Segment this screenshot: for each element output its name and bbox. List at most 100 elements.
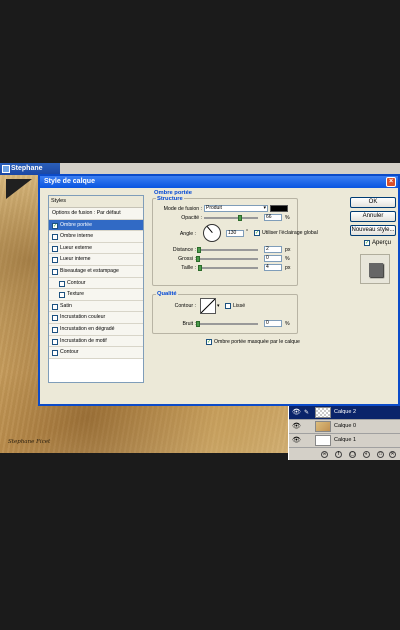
chevron-down-icon: ▾	[263, 205, 266, 211]
style-item-label: Incrustation de motif	[60, 337, 107, 344]
knockout-checkbox[interactable]: ✓	[206, 339, 212, 345]
layer-style-icon[interactable]: f	[335, 451, 342, 458]
angle-label: Angle :	[179, 231, 196, 237]
layers-panel: 👁 ✎ Calque 2 👁 Calque 0 👁 Calque 1 ∞ f ▢ ◐ □ ✕	[288, 402, 400, 460]
ok-button[interactable]: OK	[350, 197, 396, 208]
style-item-label: Incrustation couleur	[60, 314, 106, 321]
preview-label[interactable]: Aperçu	[372, 240, 391, 246]
blend-mode-select[interactable]: Produit ▾	[204, 205, 268, 212]
noise-slider[interactable]	[198, 323, 258, 325]
eye-icon[interactable]: 👁	[292, 409, 301, 416]
style-checkbox[interactable]	[52, 326, 58, 333]
style-item-label: Ombre interne	[60, 233, 94, 240]
style-item[interactable]: Texture	[49, 289, 143, 301]
style-checkbox[interactable]	[59, 292, 65, 299]
style-checkbox[interactable]	[52, 303, 58, 310]
new-style-button[interactable]: Nouveau style...	[350, 225, 396, 236]
photo-window-title: Stephane	[11, 165, 43, 172]
layer-thumbnail	[315, 435, 331, 446]
style-checkbox[interactable]	[59, 280, 65, 287]
style-item[interactable]: Options de fusion : Par défaut	[49, 208, 143, 220]
distance-slider-thumb[interactable]	[197, 247, 202, 253]
dialog-titlebar[interactable]: Style de calque ×	[40, 176, 398, 188]
style-item[interactable]: ✓ Ombre portée	[49, 219, 143, 232]
style-checkbox[interactable]	[52, 245, 58, 252]
styles-list-header[interactable]: Styles	[49, 196, 143, 208]
style-checkbox[interactable]	[52, 338, 58, 345]
brush-icon: ✎	[304, 410, 310, 416]
style-item[interactable]: Lueur externe	[49, 242, 143, 255]
style-checkbox[interactable]	[52, 268, 58, 275]
cancel-button[interactable]: Annuler	[350, 211, 396, 222]
size-slider[interactable]	[198, 267, 258, 269]
size-label: Taille :	[181, 265, 196, 271]
distance-input[interactable]: 2	[264, 246, 282, 253]
layer-row[interactable]: 👁 Calque 0	[289, 420, 400, 434]
spread-slider[interactable]	[198, 258, 258, 260]
chevron-down-icon[interactable]: ▾	[217, 303, 220, 309]
spread-input[interactable]: 0	[264, 255, 282, 262]
styles-list: Styles Options de fusion : Par défaut ✓ Om…	[48, 195, 144, 383]
knockout-label[interactable]: Ombre portée masquée par le calque	[214, 339, 300, 345]
style-checkbox[interactable]	[52, 234, 58, 241]
style-item[interactable]: Incrustation en dégradé	[49, 323, 143, 336]
distance-slider[interactable]	[198, 249, 258, 251]
style-item[interactable]: Contour	[49, 347, 143, 359]
check-icon: ✓	[207, 339, 212, 345]
style-item[interactable]: Incrustation de motif	[49, 335, 143, 348]
style-item-label: Biseautage et estampage	[60, 267, 119, 274]
noise-input[interactable]: 0	[264, 320, 282, 327]
style-checkbox[interactable]	[52, 315, 58, 322]
size-input[interactable]: 4	[264, 264, 282, 271]
style-item-label: Satin	[60, 302, 72, 309]
shadow-color-swatch[interactable]	[270, 205, 288, 212]
layers-toolbar: ∞ f ▢ ◐ □ ✕	[289, 450, 400, 460]
spread-unit: %	[285, 256, 290, 262]
blend-mode-label: Mode de fusion :	[163, 206, 202, 212]
new-layer-icon[interactable]: □	[377, 451, 384, 458]
spread-slider-thumb[interactable]	[196, 256, 200, 262]
preview-checkbox[interactable]: ✓	[364, 240, 370, 246]
photoshop-icon	[2, 165, 10, 173]
photo-signature: Stephane Ficet	[8, 439, 51, 445]
style-checkbox[interactable]: ✓	[52, 222, 58, 229]
layer-row[interactable]: 👁 ✎ Calque 2	[289, 406, 400, 420]
link-layers-icon[interactable]: ∞	[321, 451, 328, 458]
distance-unit: px	[285, 247, 291, 253]
style-item[interactable]: Incrustation couleur	[49, 312, 143, 324]
eye-icon[interactable]: 👁	[292, 437, 301, 444]
eye-icon[interactable]: 👁	[292, 423, 301, 430]
style-item[interactable]: Contour	[49, 277, 143, 290]
size-slider-thumb[interactable]	[197, 265, 202, 271]
layer-style-dialog: Style de calque × Styles Options de fusi…	[38, 174, 400, 406]
style-item-label: Lueur externe	[60, 244, 93, 251]
style-item[interactable]: Satin	[49, 300, 143, 313]
contour-curve-preview[interactable]	[200, 298, 216, 314]
global-light-label[interactable]: Utiliser l'éclairage global	[262, 230, 318, 236]
quality-group	[152, 294, 298, 334]
smooth-checkbox[interactable]	[225, 303, 231, 309]
angle-dial[interactable]	[203, 224, 221, 242]
opacity-label: Opacité :	[181, 215, 202, 221]
layer-row[interactable]: 👁 Calque 1	[289, 434, 400, 448]
noise-slider-thumb[interactable]	[196, 321, 200, 327]
style-item[interactable]: Lueur interne	[49, 254, 143, 266]
opacity-slider[interactable]	[204, 217, 258, 219]
adjustment-icon[interactable]: ◐	[363, 451, 370, 458]
smooth-label[interactable]: Lissé	[233, 303, 245, 309]
style-checkbox[interactable]	[52, 350, 58, 357]
style-item[interactable]: Ombre interne	[49, 231, 143, 243]
style-checkbox[interactable]	[52, 257, 58, 264]
dialog-title: Style de calque	[44, 178, 95, 185]
opacity-input[interactable]: 66	[264, 214, 282, 221]
trash-icon[interactable]: ✕	[389, 451, 396, 458]
global-light-checkbox[interactable]: ✓	[254, 230, 260, 236]
opacity-slider-thumb[interactable]	[237, 215, 242, 221]
angle-input[interactable]: 130	[226, 230, 244, 237]
style-item[interactable]: Biseautage et estampage	[49, 265, 143, 278]
layer-name: Calque 0	[334, 423, 357, 429]
contour-curve-icon	[200, 298, 216, 314]
close-icon[interactable]: ×	[386, 177, 396, 187]
blend-mode-value: Produit	[206, 205, 222, 211]
mask-icon[interactable]: ▢	[349, 451, 356, 458]
